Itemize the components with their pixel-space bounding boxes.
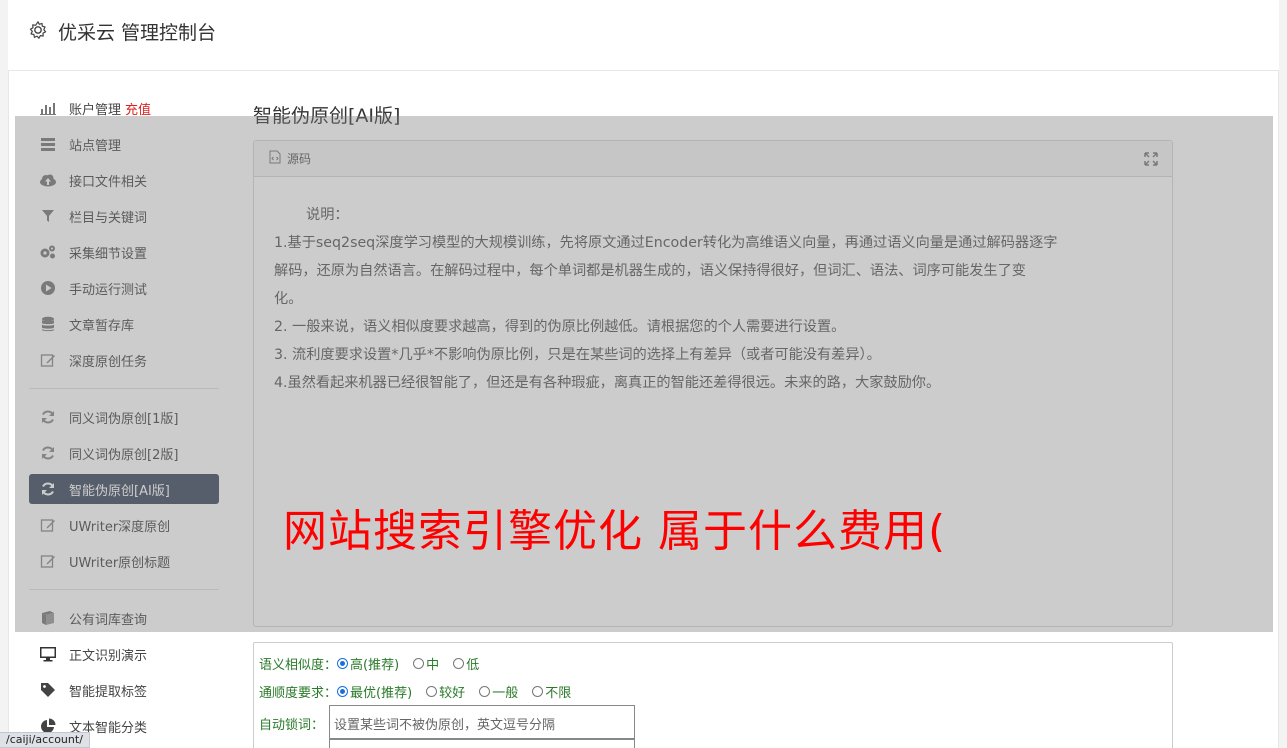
fluency-option-any[interactable]: 不限: [532, 682, 571, 701]
option-label: 较好: [439, 686, 466, 701]
sidebar-item-label: 账户管理: [69, 102, 122, 118]
app-title: 优采云 管理控制台: [58, 22, 217, 44]
fluency-row: 通顺度要求： 最优(推荐) 较好 一般 不限: [259, 682, 585, 701]
lock-words-label: 自动锁词：: [259, 718, 325, 733]
fluency-label: 通顺度要求：: [259, 686, 338, 701]
radio-button[interactable]: [479, 686, 491, 697]
fluency-option-good[interactable]: 较好: [426, 682, 465, 701]
overlay-headline: 网站搜索引擎优化 属于什么费用(: [283, 506, 947, 557]
similarity-label: 语义相似度：: [259, 658, 338, 673]
fluency-option-normal[interactable]: 一般: [479, 682, 518, 701]
sidebar-item-text-recognition[interactable]: 正文识别演示: [29, 636, 219, 672]
radio-button[interactable]: [453, 658, 465, 669]
text-input[interactable]: [329, 739, 635, 748]
recharge-link[interactable]: 充值: [125, 99, 151, 118]
option-label: 不限: [545, 686, 572, 701]
radio-button[interactable]: [337, 658, 349, 669]
option-label: 一般: [492, 686, 519, 701]
tag-icon: [39, 681, 57, 699]
option-label: 高(推荐): [350, 658, 400, 673]
lock-words-row: 自动锁词：: [259, 714, 324, 733]
fluency-option-best[interactable]: 最优(推荐): [337, 682, 412, 701]
option-label: 低: [466, 658, 480, 673]
settings-box: 语义相似度： 高(推荐) 中 低 通顺度要求： 最优(推荐) 较好 一般 不限 …: [253, 642, 1173, 748]
radio-button[interactable]: [532, 686, 544, 697]
radio-button[interactable]: [426, 686, 438, 697]
status-bar-url: /caiji/account/: [0, 732, 90, 748]
radio-button[interactable]: [337, 686, 349, 697]
similarity-option-high[interactable]: 高(推荐): [337, 654, 399, 673]
header-bar: 优采云 管理控制台: [8, 0, 1279, 71]
gear-icon[interactable]: [28, 20, 48, 40]
sidebar-item-tag-extract[interactable]: 智能提取标签: [29, 672, 219, 708]
radio-button[interactable]: [413, 658, 425, 669]
option-label: 最优(推荐): [350, 686, 413, 701]
similarity-option-mid[interactable]: 中: [413, 654, 439, 673]
lock-words-input[interactable]: 设置某些词不被伪原创，英文逗号分隔: [329, 705, 635, 739]
monitor-icon: [39, 645, 57, 663]
sidebar-item-label: 正文识别演示: [69, 648, 148, 664]
similarity-option-low[interactable]: 低: [453, 654, 479, 673]
similarity-row: 语义相似度： 高(推荐) 中 低: [259, 654, 493, 673]
option-label: 中: [426, 658, 440, 673]
bar-chart-icon: [39, 99, 57, 117]
sidebar-item-label: 智能提取标签: [69, 684, 148, 700]
